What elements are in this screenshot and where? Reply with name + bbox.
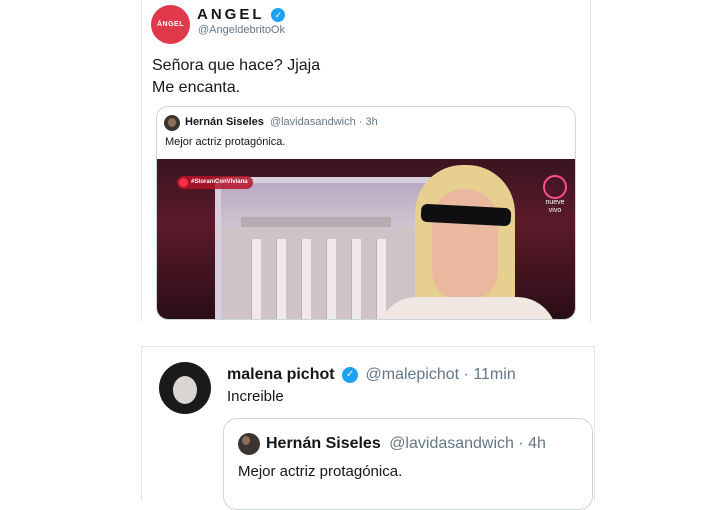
channel-logo-text: nueve vivo [545, 199, 565, 214]
quoted-tweet-header: Hernán Siseles @lavidasandwich · 3h [185, 116, 378, 128]
pillar [326, 239, 336, 319]
quoted-display-name: Hernán Siseles [185, 116, 264, 128]
avatar-malena[interactable] [159, 362, 211, 414]
quoted-tweet-siseles-2[interactable]: Hernán Siseles @lavidasandwich · 4h Mejo… [223, 418, 593, 510]
tweet-header-malena: malena pichot ✓ @malepichot · 11min [227, 366, 516, 384]
pillar [251, 239, 261, 319]
pillar [301, 239, 311, 319]
avatar-siseles [238, 433, 260, 455]
quoted-tweet-siseles[interactable]: Hernán Siseles @lavidasandwich · 3h Mejo… [156, 106, 576, 320]
display-name-text: ANGEL [197, 6, 265, 23]
avatar-siseles [164, 115, 180, 131]
hashtag-banner: #StoraniConViviana [177, 176, 253, 189]
pillar [276, 239, 286, 319]
person-shoulders [377, 297, 557, 319]
hashtag-text: #StoraniConViviana [191, 179, 248, 185]
display-name-malena[interactable]: malena pichot [227, 366, 335, 383]
tweet-media-image[interactable]: #StoraniConViviana nueve vivo [157, 159, 575, 319]
pillar [376, 239, 386, 319]
channel-logo-icon [543, 175, 567, 199]
display-name-angel[interactable]: ANGEL ✓ [197, 6, 286, 23]
quoted-tweet-header: Hernán Siseles @lavidasandwich · 4h [266, 435, 546, 453]
quoted-meta: @lavidasandwich · 4h [389, 435, 546, 452]
handle-angel[interactable]: @AngeldebritoOk [198, 24, 285, 36]
quoted-display-name: Hernán Siseles [266, 435, 381, 452]
heart-icon [179, 178, 188, 187]
pillar [351, 239, 361, 319]
quoted-tweet-text: Mejor actriz protagónica. [165, 136, 286, 148]
tweet-text-angel: Señora que hace? Jjaja Me encanta. [152, 55, 320, 99]
tweet-meta-malena: @malepichot · 11min [365, 366, 516, 383]
verified-badge-icon: ✓ [342, 366, 359, 383]
verified-badge-icon: ✓ [271, 8, 286, 23]
avatar-angel[interactable]: ÁNGEL [151, 5, 190, 44]
quoted-meta: @lavidasandwich · 3h [269, 116, 378, 128]
tweet-text-line: Señora que hace? Jjaja [152, 57, 321, 74]
quoted-tweet-text: Mejor actriz protagónica. [238, 463, 403, 480]
tweet-text-malena: Increible [227, 388, 284, 405]
tweet-text-line: Me encanta. [152, 79, 241, 96]
